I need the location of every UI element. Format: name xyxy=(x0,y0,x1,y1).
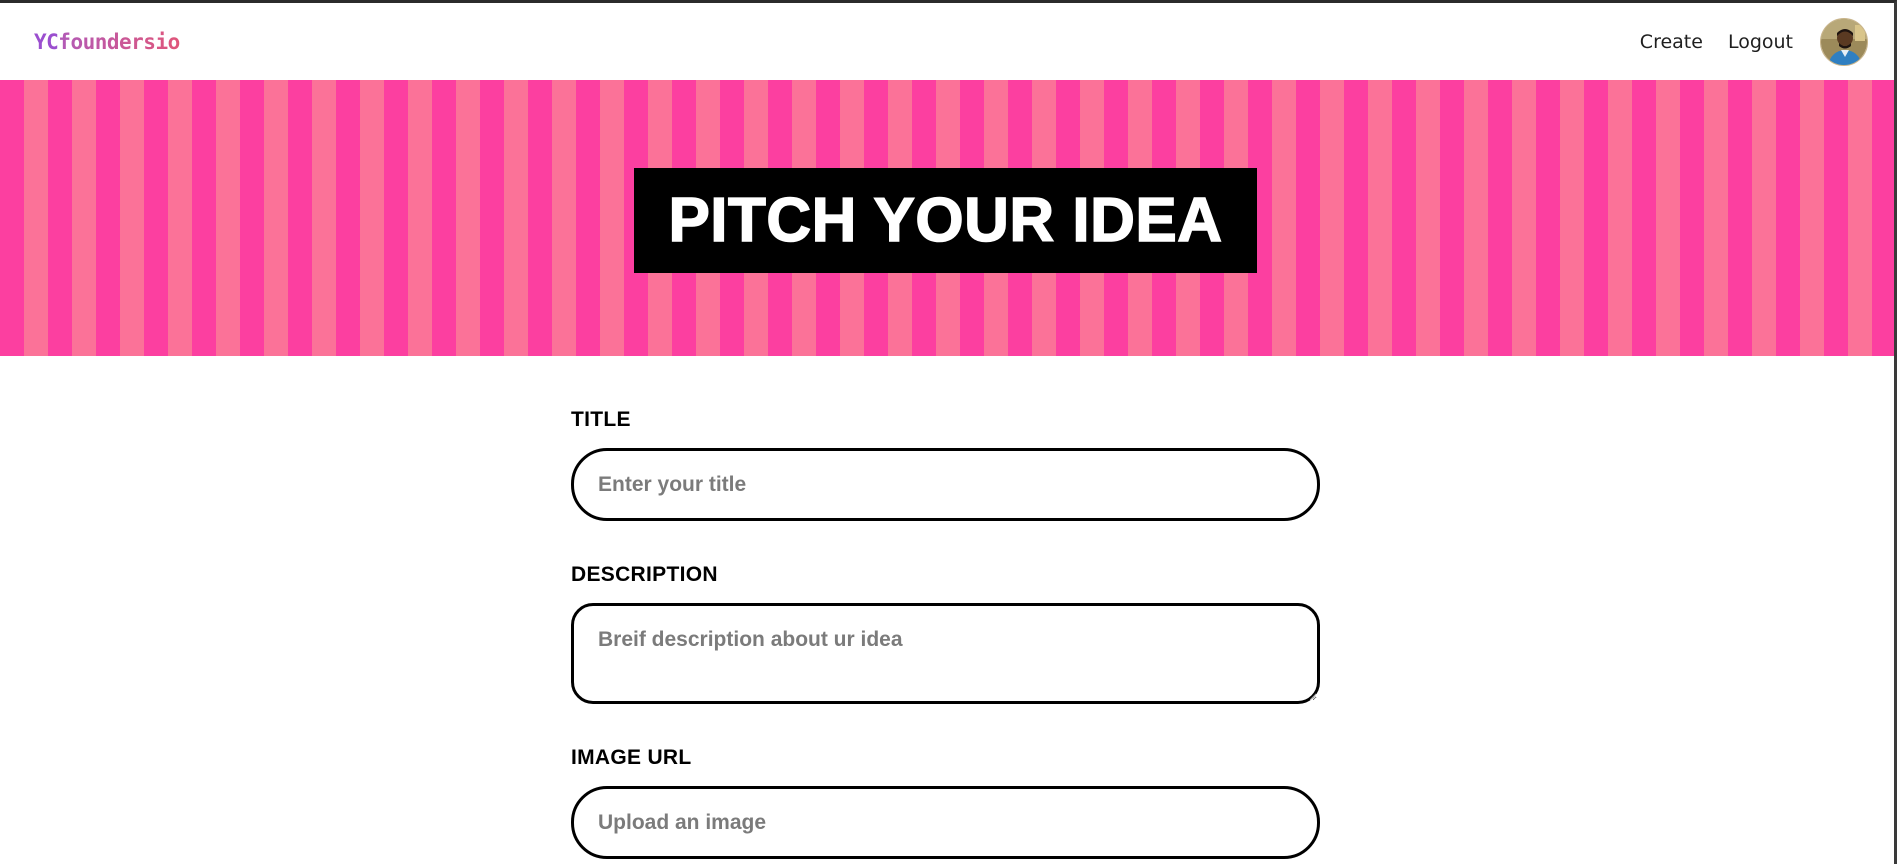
hero-banner: PITCH YOUR IDEA xyxy=(0,80,1894,356)
logo-prefix: YC xyxy=(34,29,59,54)
user-avatar[interactable] xyxy=(1820,17,1868,66)
hero-title-box: PITCH YOUR IDEA xyxy=(634,168,1257,273)
title-label: TITLE xyxy=(571,408,631,431)
title-input[interactable] xyxy=(571,448,1320,521)
logo-text: foundersio xyxy=(58,29,180,54)
browser-viewport: YC foundersio Create Logout PITCH YOUR I… xyxy=(0,0,1897,864)
avatar-photo-icon xyxy=(1821,18,1867,65)
site-logo[interactable]: YC foundersio xyxy=(34,30,180,54)
logout-link[interactable]: Logout xyxy=(1728,31,1793,53)
create-link[interactable]: Create xyxy=(1640,31,1703,53)
description-label: DESCRIPTION xyxy=(571,563,718,586)
navbar: YC foundersio Create Logout xyxy=(0,3,1894,80)
nav-links: Create Logout xyxy=(1640,17,1868,66)
description-textarea[interactable] xyxy=(571,603,1320,704)
image-url-input[interactable] xyxy=(571,786,1320,859)
page-title: PITCH YOUR IDEA xyxy=(668,185,1223,255)
image-url-label: IMAGE URL xyxy=(571,746,692,769)
startup-form: TITLE DESCRIPTION IMAGE URL xyxy=(571,356,1320,859)
